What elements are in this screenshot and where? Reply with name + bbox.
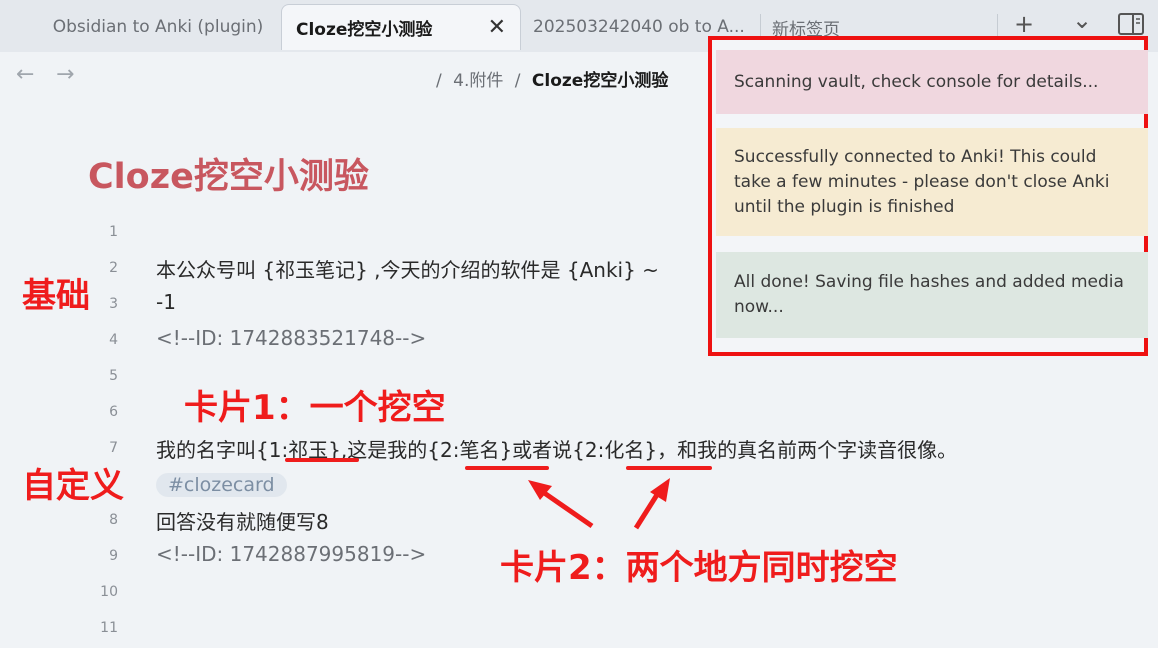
arrow-annotations [528, 478, 670, 530]
tab-label: Cloze挖空小测验 [296, 20, 433, 40]
annotation-basic: 基础 [22, 276, 90, 316]
annotation-card2: 卡片2：两个地方同时挖空 [500, 548, 898, 588]
editor-line-7[interactable]: 我的名字叫{1:祁玉},这是我的{2:笔名}或者说{2:化名}，和我的真名前两个… [156, 434, 957, 463]
editor-line-8[interactable]: 回答没有就随便写8 [156, 506, 329, 535]
tab-divider [760, 14, 761, 38]
notice-text: Successfully connected to Anki! This cou… [734, 146, 1110, 217]
annotation-custom: 自定义 [22, 466, 124, 506]
forward-arrow-icon[interactable]: → [56, 62, 74, 87]
back-arrow-icon[interactable]: ← [16, 62, 34, 87]
line-number: 5 [109, 368, 118, 384]
sidebar-toggle-icon[interactable] [1118, 13, 1144, 35]
tag-chip[interactable]: #clozecard [156, 473, 287, 497]
tab-obsidian-to-anki[interactable]: Obsidian to Anki (plugin) [40, 4, 276, 50]
breadcrumb-separator: / [436, 71, 442, 91]
breadcrumb: / 4.附件 / Cloze挖空小测验 [436, 66, 668, 91]
breadcrumb-separator: / [514, 71, 521, 91]
close-icon[interactable]: ✕ [488, 15, 506, 40]
line-number: 6 [109, 404, 118, 420]
chevron-down-icon[interactable]: ⌄ [1072, 6, 1092, 34]
line-number: 11 [100, 620, 118, 636]
notice-text: All done! Saving file hashes and added m… [734, 272, 1124, 317]
line-number: 1 [109, 224, 118, 240]
notice-text: Scanning vault, check console for detail… [734, 71, 1099, 92]
editor-line-9[interactable]: <!--ID: 1742887995819--> [156, 542, 426, 566]
editor-line-4[interactable]: <!--ID: 1742883521748--> [156, 326, 426, 350]
annotation-card1: 卡片1：一个挖空 [184, 388, 446, 428]
line-number: 9 [109, 548, 118, 564]
notice-connected[interactable]: Successfully connected to Anki! This cou… [716, 128, 1148, 236]
editor-line-2[interactable]: 本公众号叫 {祁玉笔记} ,今天的介绍的软件是 {Anki} ~ [156, 254, 659, 283]
page-title: Cloze挖空小测验 [88, 157, 369, 197]
underline-cloze1 [285, 458, 359, 462]
breadcrumb-folder[interactable]: 4.附件 [453, 71, 503, 91]
tag-line: #clozecard [156, 472, 287, 497]
line-number: 7 [109, 440, 118, 456]
tab-label: 202503242040 ob to A... [533, 17, 743, 37]
breadcrumb-current: Cloze挖空小测验 [531, 71, 669, 91]
notice-done[interactable]: All done! Saving file hashes and added m… [716, 252, 1148, 338]
line-number: 4 [109, 332, 118, 348]
line-number: 10 [100, 584, 118, 600]
line-number: 8 [109, 512, 118, 528]
tab-cloze-quiz[interactable]: Cloze挖空小测验 ✕ [281, 4, 521, 50]
editor-line-3[interactable]: -1 [156, 290, 176, 314]
new-tab-icon[interactable]: + [1014, 10, 1034, 38]
tab-label: Obsidian to Anki (plugin) [52, 17, 264, 37]
tab-divider [997, 14, 998, 38]
notice-scanning[interactable]: Scanning vault, check console for detail… [716, 50, 1148, 114]
